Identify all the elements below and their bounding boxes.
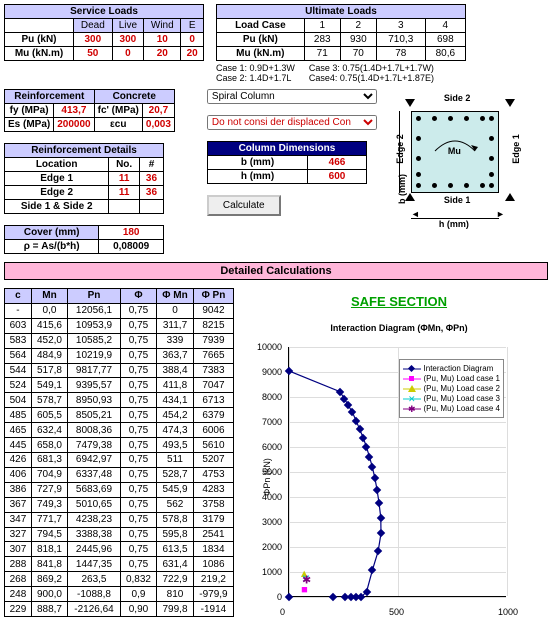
svg-text:✱: ✱ bbox=[408, 405, 416, 413]
service-loads-table: Service Loads DeadLiveWindE Pu (kN)30030… bbox=[4, 4, 204, 61]
safe-section-label: SAFE SECTION bbox=[351, 294, 447, 309]
ultimate-loads-table: Ultimate Loads Load Case1234 Pu (kN)2839… bbox=[216, 4, 466, 61]
chart-legend: Interaction Diagram (Pu, Mu) Load case 1… bbox=[399, 359, 504, 418]
displaced-select[interactable]: Do not consi der displaced Con bbox=[207, 115, 377, 130]
interaction-chart: 0100020003000400050006000700080009000100… bbox=[250, 337, 510, 617]
detailed-calc-header: Detailed Calculations bbox=[4, 262, 548, 280]
cover-table: Cover (mm)180 ρ = As/(b*h)0,08009 bbox=[4, 225, 164, 254]
column-section-figure: Side 2 Side 1 Edge 2 Edge 1 b (mm) h (mm… bbox=[389, 89, 519, 229]
iteration-table: cMnPnΦΦ MnΦ Pn-0,012056,10,7509042603415… bbox=[4, 288, 234, 617]
reinf-conc-table: ReinforcementConcrete fy (MPa)413,7fc' (… bbox=[4, 89, 175, 132]
column-type-select[interactable]: Spiral Column bbox=[207, 89, 377, 104]
svg-text:✕: ✕ bbox=[408, 395, 416, 403]
col-dim-table: Column Dimensions b (mm)466 h (mm)600 bbox=[207, 141, 367, 184]
calculate-button[interactable]: Calculate bbox=[207, 195, 281, 216]
chart-title: Interaction Diagram (ΦMn, ΦPn) bbox=[250, 323, 548, 333]
reinf-details-table: Reinforcement Details LocationNo.# Edge … bbox=[4, 143, 164, 214]
